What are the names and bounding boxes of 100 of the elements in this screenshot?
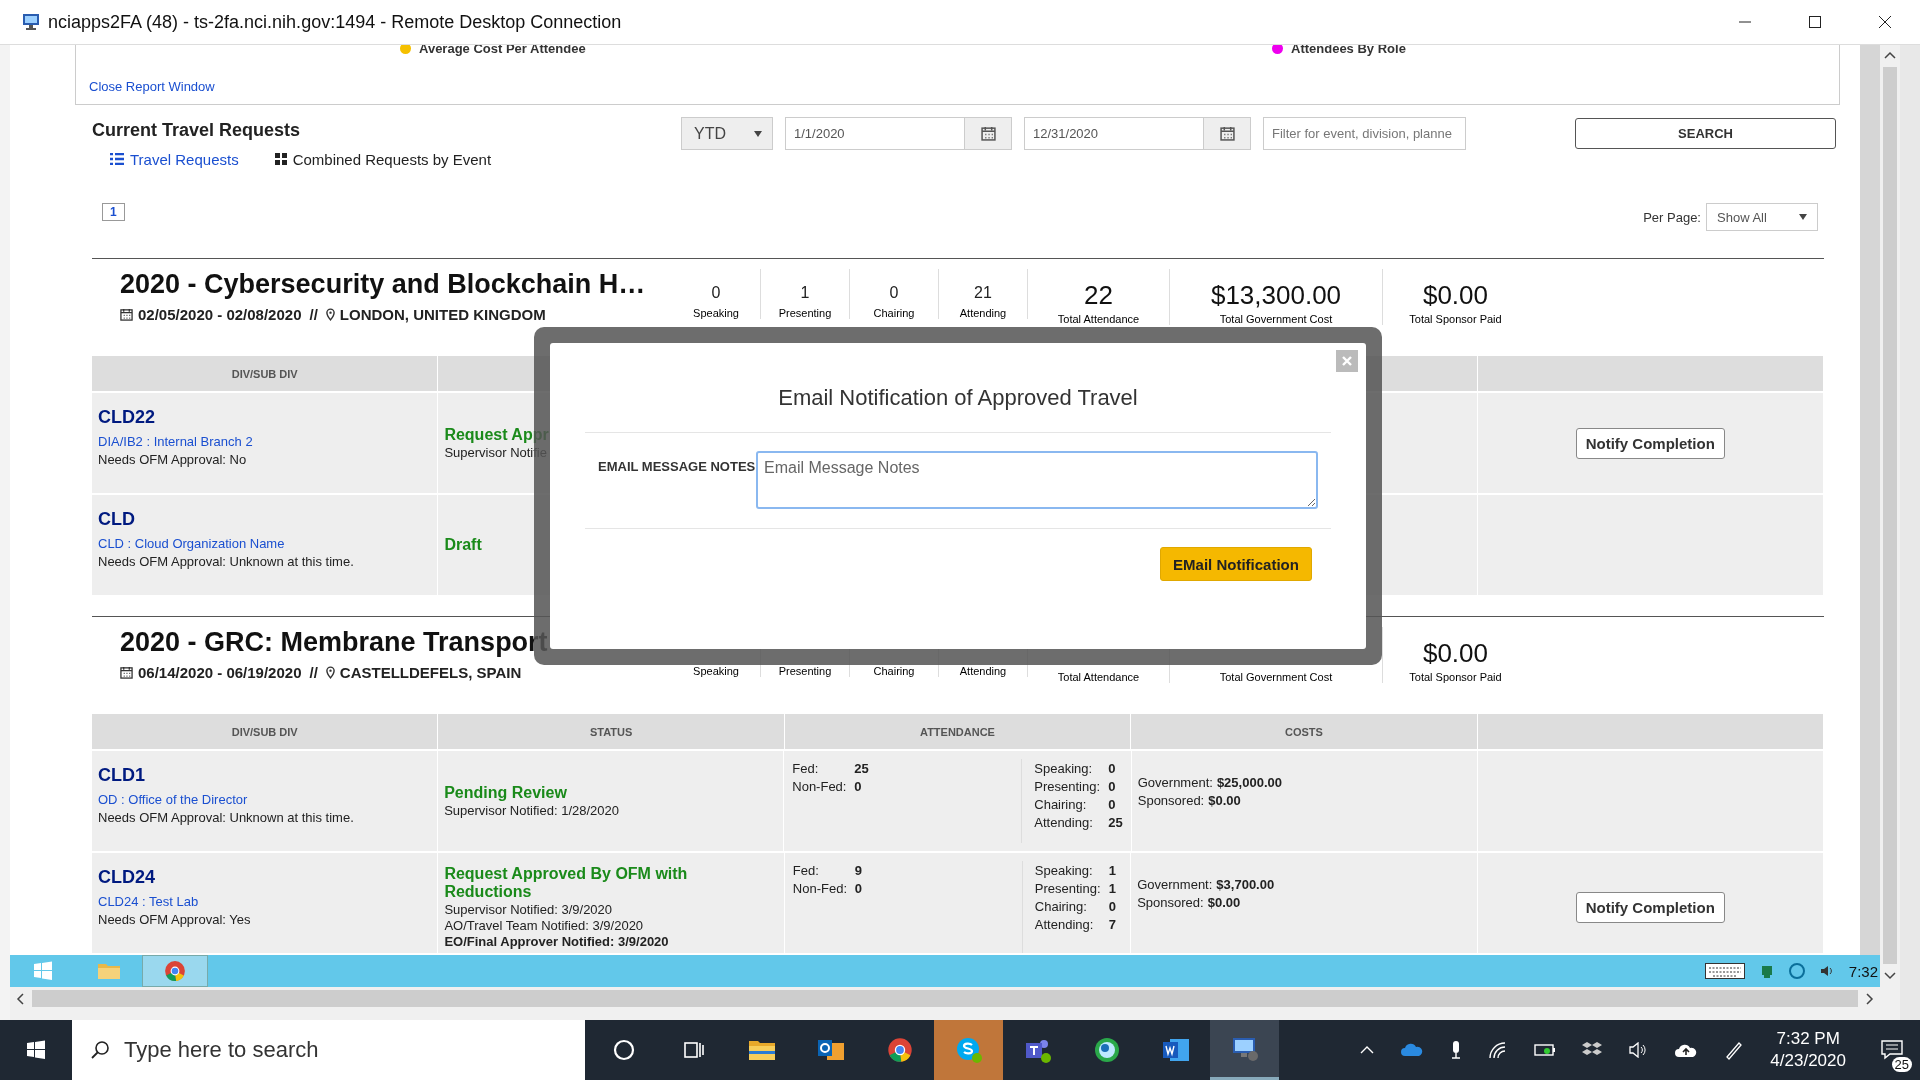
battery-icon[interactable]: [1534, 1043, 1557, 1057]
column-header: COSTS: [1284, 725, 1323, 738]
map-pin-icon: [325, 666, 335, 679]
cost-label: Government:: [1137, 876, 1213, 892]
status-note: Supervisor Notified: 1/28/2020: [444, 803, 620, 818]
close-report-link[interactable]: Close Report Window: [89, 79, 1839, 94]
scroll-up-icon[interactable]: [1884, 51, 1896, 59]
event-dates: 02/05/2020 - 02/08/2020: [138, 306, 302, 323]
keyboard-icon[interactable]: [1704, 963, 1745, 979]
division-link[interactable]: OD : Office of the Director: [98, 792, 432, 807]
role-label: Speaking:: [1034, 760, 1094, 776]
status-text: Pending Review: [444, 784, 568, 802]
stat-value: 21: [974, 284, 992, 302]
division-link[interactable]: DIA/IB2 : Internal Branch 2: [98, 434, 432, 449]
close-icon: [1342, 356, 1352, 366]
window-title: nciapps2FA (48) - ts-2fa.nci.nih.gov:1494 - Remote Desktop Connection: [48, 11, 622, 33]
approval-note: Needs OFM Approval: No: [98, 452, 248, 467]
monitor-icon: [1230, 1035, 1259, 1062]
document-app-icon: [1161, 1037, 1190, 1063]
status-note: AO/Travel Team Notified: 3/9/2020: [444, 918, 645, 933]
folder-icon: [747, 1038, 776, 1062]
period-select[interactable]: YTD: [681, 117, 773, 150]
status-text: Draft: [444, 536, 483, 554]
separator: //: [309, 306, 318, 323]
cost-label: Sponsored:: [1137, 894, 1204, 910]
cost-value: $25,000.00: [1216, 774, 1282, 790]
message-notes-field[interactable]: Email Message Notes: [756, 451, 1318, 509]
view-tab[interactable]: Travel Requests: [110, 150, 239, 168]
role-value: 25: [1108, 814, 1123, 830]
scrollbar[interactable]: [1860, 45, 1880, 955]
upload-cloud-icon[interactable]: [1674, 1042, 1699, 1058]
division-code: CLD: [98, 509, 136, 530]
cost-value: $0.00: [1207, 894, 1241, 910]
per-page-select[interactable]: Show All: [1706, 203, 1818, 231]
attendance-value: 0: [854, 778, 862, 794]
cost-label: Sponsored:: [1137, 792, 1205, 808]
stat-label: Speaking: [693, 665, 739, 677]
role-label: Attending:: [1034, 814, 1094, 830]
attendance-label: Non-Fed:: [792, 778, 848, 794]
stat-value: $13,300.00: [1210, 280, 1342, 311]
clock-time: 7:32: [1848, 962, 1878, 980]
stat-value: 22: [1084, 280, 1113, 311]
chat-app-icon: [954, 1036, 983, 1064]
division-code: CLD22: [98, 407, 156, 428]
role-value: 7: [1108, 916, 1117, 932]
division-link[interactable]: CLD24 : Test Lab: [98, 894, 432, 909]
role-label: Presenting:: [1034, 778, 1102, 794]
chevron-up-icon[interactable]: [1360, 1046, 1375, 1054]
role-label: Chairing:: [1034, 796, 1088, 812]
scroll-left-icon[interactable]: [16, 992, 24, 1005]
field-label: EMAIL MESSAGE NOTES: [598, 459, 756, 476]
attendance-value: 25: [854, 760, 869, 776]
scroll-down-icon[interactable]: [1884, 972, 1896, 980]
search-field[interactable]: Type here to search: [72, 1020, 585, 1080]
globe-icon: [1092, 1036, 1121, 1064]
windows-logo-icon: [26, 1040, 46, 1060]
speaker-icon[interactable]: [1628, 1042, 1649, 1058]
stat-label: Total Government Cost: [1219, 671, 1333, 683]
division-code: CLD24: [98, 867, 156, 888]
calendar-button[interactable]: [965, 117, 1012, 150]
role-label: Chairing:: [1034, 898, 1088, 914]
division-link[interactable]: CLD : Cloud Organization Name: [98, 536, 432, 551]
clock-time: 7:32 PM: [1776, 1028, 1840, 1050]
microphone-icon[interactable]: [1450, 1040, 1463, 1060]
search-icon: [90, 1040, 110, 1060]
speaker-icon[interactable]: [1818, 963, 1835, 979]
notify-completion-button[interactable]: Notify Completion: [1575, 427, 1725, 459]
caret-icon: [1799, 214, 1807, 220]
cloud-icon[interactable]: [1400, 1042, 1425, 1058]
page-link[interactable]: 1: [102, 203, 125, 221]
search-field[interactable]: Filter for event, division, planne: [1263, 117, 1466, 150]
stat-label: Total Government Cost: [1219, 313, 1333, 325]
stat-value: 0: [711, 284, 721, 302]
taskbar-app[interactable]: [1210, 1020, 1279, 1080]
notification-count: 25: [1891, 1057, 1912, 1072]
scroll-right-icon[interactable]: [1866, 992, 1874, 1005]
list-icon: [110, 153, 124, 165]
calendar-button[interactable]: [1204, 117, 1251, 150]
grid-icon: [274, 153, 287, 165]
event-location: CASTELLDEFELS, SPAIN: [339, 664, 522, 681]
stat-label: Speaking: [693, 307, 739, 319]
view-tab[interactable]: Combined Requests by Event: [274, 150, 492, 168]
end-date-field[interactable]: 12/31/2020: [1024, 117, 1204, 150]
start-date-field[interactable]: 1/1/2020: [785, 117, 965, 150]
cost-label: Government:: [1137, 774, 1213, 790]
approval-note: Needs OFM Approval: Yes: [98, 912, 252, 927]
stat-label: Presenting: [778, 665, 832, 677]
windows-logo-icon: [33, 961, 53, 981]
section-heading: Current Travel Requests: [92, 120, 302, 141]
role-value: 0: [1108, 760, 1116, 776]
notification-icon[interactable]: [1881, 1040, 1903, 1060]
column-header: DIV/SUB DIV: [231, 367, 298, 380]
clock-date: 4/23/2020: [1770, 1050, 1846, 1072]
search-button[interactable]: SEARCH: [1575, 118, 1836, 149]
caret-icon: [754, 130, 762, 137]
role-value: 0: [1108, 778, 1116, 794]
attendance-value: 0: [854, 880, 863, 896]
email-notification-button[interactable]: EMail Notification: [1160, 547, 1312, 581]
notify-completion-button[interactable]: Notify Completion: [1575, 891, 1725, 923]
modal-title: Email Notification of Approved Travel: [585, 385, 1331, 433]
